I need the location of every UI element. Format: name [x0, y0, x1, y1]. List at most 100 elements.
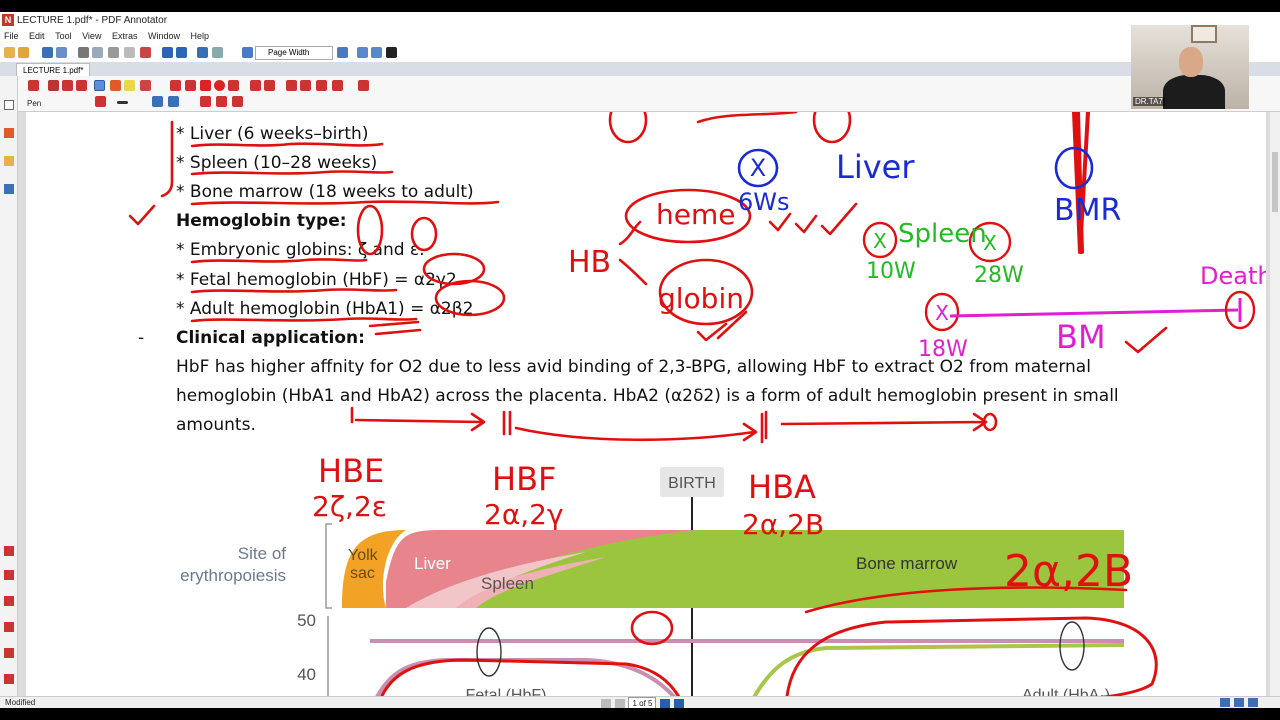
marker-icon[interactable]: [110, 80, 121, 91]
hand-tool-icon[interactable]: [62, 80, 73, 91]
ink-arrow-3: [780, 412, 988, 432]
ink-18w: 18W: [918, 337, 968, 362]
menu-file[interactable]: File: [0, 30, 23, 42]
shapes-panel-icon[interactable]: [4, 648, 14, 658]
attachments-panel-icon[interactable]: [4, 184, 14, 194]
new-file-icon[interactable]: [4, 47, 15, 58]
camera-icon[interactable]: [286, 80, 297, 91]
polygon-tool-icon[interactable]: [228, 80, 239, 91]
favorites-panel-icon[interactable]: [4, 546, 14, 556]
ink-bmr: BMR: [1054, 193, 1121, 228]
save-as-icon[interactable]: [56, 47, 67, 58]
image-tool-icon[interactable]: [300, 80, 311, 91]
pen-panel-icon[interactable]: [4, 570, 14, 580]
left-sidebar: [0, 76, 18, 696]
redo-icon[interactable]: [176, 47, 187, 58]
ink-10w: 10W: [866, 259, 916, 284]
tools-panel-icon[interactable]: [4, 674, 14, 684]
pen-tool-icon[interactable]: [94, 80, 105, 91]
straight-pen-icon[interactable]: [168, 96, 179, 107]
ink-circle-a2g2: [422, 252, 486, 286]
fullscreen-icon[interactable]: [386, 47, 397, 58]
text-color-icon[interactable]: [232, 96, 243, 107]
line-width-icon[interactable]: [117, 101, 128, 104]
ink-trace-adult: [785, 616, 1158, 696]
status-modified: Modified: [5, 698, 36, 707]
ink-6ws: 6Ws: [738, 188, 790, 216]
print-icon[interactable]: [78, 47, 89, 58]
ink-ellipse-adult-peak: [1059, 621, 1085, 671]
webcam-name-label: DR.TA7: [1133, 97, 1165, 106]
ink-bracket: [160, 120, 174, 198]
next-page-button[interactable]: [659, 698, 670, 708]
wall-frame: [1191, 25, 1217, 43]
zoom-select[interactable]: Page Width: [255, 46, 333, 60]
ink-hba: HBA: [748, 468, 816, 506]
ink-underline-liver: [190, 142, 384, 148]
status-bar: Modified 1 of 5: [0, 696, 1280, 708]
open-folder-icon[interactable]: [18, 47, 29, 58]
last-page-button[interactable]: [673, 698, 684, 708]
color-picker-icon[interactable]: [95, 96, 106, 107]
page-indicator[interactable]: 1 of 5: [628, 697, 657, 708]
pdf-page[interactable]: * Liver (6 weeks–birth) * Spleen (10–28 …: [26, 112, 1266, 696]
tab-lecture-1[interactable]: LECTURE 1.pdf*: [16, 63, 91, 76]
fit-width-icon[interactable]: [371, 47, 382, 58]
binoculars-icon[interactable]: [197, 47, 208, 58]
text-style-icon[interactable]: [216, 96, 227, 107]
text-size-icon[interactable]: [200, 96, 211, 107]
cut-icon[interactable]: [108, 47, 119, 58]
email-icon[interactable]: [92, 47, 103, 58]
save-icon[interactable]: [42, 47, 53, 58]
measure-icon[interactable]: [332, 80, 343, 91]
smooth-pen-icon[interactable]: [152, 96, 163, 107]
menu-window[interactable]: Window: [144, 30, 184, 42]
copy-icon[interactable]: [124, 47, 135, 58]
menu-edit[interactable]: Edit: [25, 30, 49, 42]
document-view[interactable]: * Liver (6 weeks–birth) * Spleen (10–28 …: [18, 112, 1270, 696]
pen-select-icon[interactable]: [28, 80, 39, 91]
favorites-heart-icon[interactable]: [358, 80, 369, 91]
menu-extras[interactable]: Extras: [108, 30, 142, 42]
prev-page-button[interactable]: [615, 698, 626, 708]
highlighter-icon[interactable]: [124, 80, 135, 91]
pages-panel-icon[interactable]: [4, 100, 14, 110]
delete-icon[interactable]: [140, 47, 151, 58]
annotations-panel-icon[interactable]: [4, 128, 14, 138]
folder-panel-icon[interactable]: [4, 156, 14, 166]
handwritten-annotations: X Liver 6Ws BMR heme HB globin HBE 2ζ,2ε…: [128, 112, 1266, 696]
first-page-button[interactable]: [601, 698, 611, 708]
stamp-panel-icon[interactable]: [4, 622, 14, 632]
zoom-out-icon[interactable]: [242, 47, 253, 58]
ellipse-tool-icon[interactable]: [214, 80, 225, 91]
continuous-view-icon[interactable]: [1248, 698, 1258, 707]
link-tool-icon[interactable]: [316, 80, 327, 91]
ink-bm: BM: [1056, 318, 1106, 356]
ink-death: Death: [1200, 262, 1266, 290]
page-icon[interactable]: [212, 47, 223, 58]
eraser-icon[interactable]: [250, 80, 261, 91]
menu-tool[interactable]: Tool: [51, 30, 76, 42]
vertical-scrollbar[interactable]: [1270, 112, 1280, 696]
marker-panel-icon[interactable]: [4, 596, 14, 606]
zoom-tool-icon[interactable]: [76, 80, 87, 91]
document-tab-bar: LECTURE 1.pdf*: [0, 62, 1280, 76]
presenter-head: [1179, 47, 1203, 77]
arrow-tool-icon[interactable]: [185, 80, 196, 91]
fit-page-icon[interactable]: [357, 47, 368, 58]
menu-view[interactable]: View: [78, 30, 105, 42]
two-page-view-icon[interactable]: [1234, 698, 1244, 707]
text-tool-icon[interactable]: [48, 80, 59, 91]
zoom-in-icon[interactable]: [337, 47, 348, 58]
scrollbar-thumb[interactable]: [1272, 152, 1278, 212]
ink-hbe: HBE: [318, 452, 384, 490]
lasso-icon[interactable]: [264, 80, 275, 91]
stamp-icon[interactable]: [140, 80, 151, 91]
line-tool-icon[interactable]: [170, 80, 181, 91]
rectangle-tool-icon[interactable]: [200, 80, 211, 91]
ink-heme: heme: [656, 198, 735, 231]
undo-icon[interactable]: [162, 47, 173, 58]
menu-help[interactable]: Help: [187, 30, 214, 42]
single-page-view-icon[interactable]: [1220, 698, 1230, 707]
presenter-body: [1163, 75, 1225, 109]
